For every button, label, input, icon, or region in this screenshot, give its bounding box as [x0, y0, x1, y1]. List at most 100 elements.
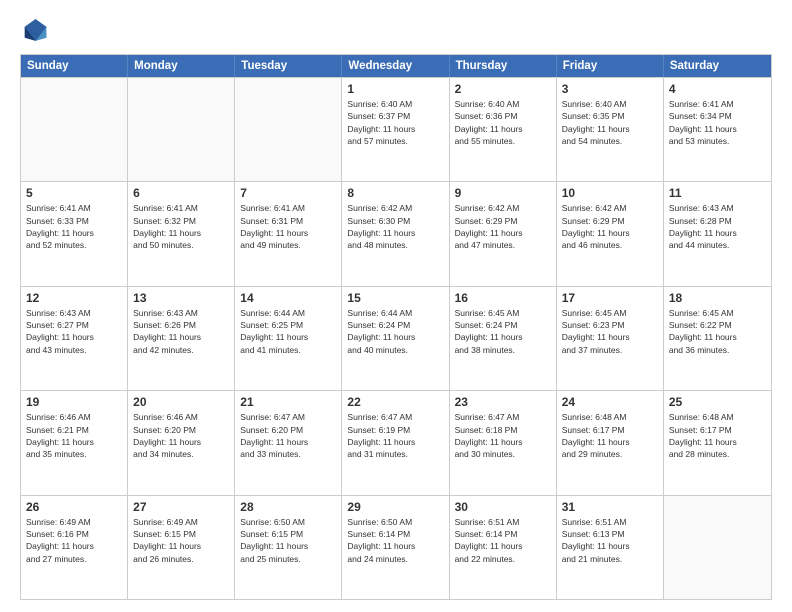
cell-info: Sunrise: 6:42 AM Sunset: 6:29 PM Dayligh…: [562, 202, 658, 251]
calendar-cell: [235, 78, 342, 181]
day-number: 27: [133, 500, 229, 514]
calendar-body: 1 Sunrise: 6:40 AM Sunset: 6:37 PM Daylig…: [21, 77, 771, 599]
cell-info: Sunrise: 6:40 AM Sunset: 6:36 PM Dayligh…: [455, 98, 551, 147]
calendar-cell: 19 Sunrise: 6:46 AM Sunset: 6:21 PM Dayli…: [21, 391, 128, 494]
day-number: 23: [455, 395, 551, 409]
logo-icon: [20, 16, 48, 44]
day-number: 2: [455, 82, 551, 96]
calendar-cell: 9 Sunrise: 6:42 AM Sunset: 6:29 PM Daylig…: [450, 182, 557, 285]
calendar-header-cell: Sunday: [21, 55, 128, 77]
calendar-cell: 27 Sunrise: 6:49 AM Sunset: 6:15 PM Dayli…: [128, 496, 235, 599]
day-number: 4: [669, 82, 766, 96]
page: SundayMondayTuesdayWednesdayThursdayFrid…: [0, 0, 792, 612]
calendar-cell: 22Sunrise: 6:47 AM Sunset: 6:19 PM Dayli…: [342, 391, 449, 494]
calendar-cell: 17 Sunrise: 6:45 AM Sunset: 6:23 PM Dayli…: [557, 287, 664, 390]
day-number: 14: [240, 291, 336, 305]
cell-info: Sunrise: 6:48 AM Sunset: 6:17 PM Dayligh…: [562, 411, 658, 460]
logo: [20, 16, 52, 44]
calendar-cell: 11 Sunrise: 6:43 AM Sunset: 6:28 PM Dayli…: [664, 182, 771, 285]
cell-info: Sunrise: 6:51 AM Sunset: 6:13 PM Dayligh…: [562, 516, 658, 565]
cell-info: Sunrise: 6:42 AM Sunset: 6:30 PM Dayligh…: [347, 202, 443, 251]
cell-info: Sunrise: 6:47 AM Sunset: 6:18 PM Dayligh…: [455, 411, 551, 460]
cell-info: Sunrise: 6:45 AM Sunset: 6:24 PM Dayligh…: [455, 307, 551, 356]
cell-info: Sunrise: 6:50 AM Sunset: 6:14 PM Dayligh…: [347, 516, 443, 565]
calendar-cell: 30 Sunrise: 6:51 AM Sunset: 6:14 PM Dayli…: [450, 496, 557, 599]
header: [20, 16, 772, 44]
day-number: 5: [26, 186, 122, 200]
day-number: 6: [133, 186, 229, 200]
day-number: 25: [669, 395, 766, 409]
calendar-cell: 3 Sunrise: 6:40 AM Sunset: 6:35 PM Daylig…: [557, 78, 664, 181]
day-number: 3: [562, 82, 658, 96]
cell-info: Sunrise: 6:48 AM Sunset: 6:17 PM Dayligh…: [669, 411, 766, 460]
calendar-cell: 20Sunrise: 6:46 AM Sunset: 6:20 PM Dayli…: [128, 391, 235, 494]
cell-info: Sunrise: 6:46 AM Sunset: 6:21 PM Dayligh…: [26, 411, 122, 460]
day-number: 17: [562, 291, 658, 305]
day-number: 10: [562, 186, 658, 200]
calendar-cell: 4 Sunrise: 6:41 AM Sunset: 6:34 PM Daylig…: [664, 78, 771, 181]
cell-info: Sunrise: 6:43 AM Sunset: 6:26 PM Dayligh…: [133, 307, 229, 356]
calendar-cell: 14 Sunrise: 6:44 AM Sunset: 6:25 PM Dayli…: [235, 287, 342, 390]
day-number: 15: [347, 291, 443, 305]
cell-info: Sunrise: 6:51 AM Sunset: 6:14 PM Dayligh…: [455, 516, 551, 565]
cell-info: Sunrise: 6:41 AM Sunset: 6:34 PM Dayligh…: [669, 98, 766, 147]
day-number: 24: [562, 395, 658, 409]
calendar-cell: 18 Sunrise: 6:45 AM Sunset: 6:22 PM Dayli…: [664, 287, 771, 390]
calendar-cell: 26 Sunrise: 6:49 AM Sunset: 6:16 PM Dayli…: [21, 496, 128, 599]
cell-info: Sunrise: 6:43 AM Sunset: 6:27 PM Dayligh…: [26, 307, 122, 356]
calendar-cell: [664, 496, 771, 599]
day-number: 16: [455, 291, 551, 305]
day-number: 8: [347, 186, 443, 200]
cell-info: Sunrise: 6:41 AM Sunset: 6:33 PM Dayligh…: [26, 202, 122, 251]
day-number: 19: [26, 395, 122, 409]
day-number: 12: [26, 291, 122, 305]
day-number: 30: [455, 500, 551, 514]
calendar-row: 26 Sunrise: 6:49 AM Sunset: 6:16 PM Dayli…: [21, 495, 771, 599]
cell-info: Sunrise: 6:49 AM Sunset: 6:16 PM Dayligh…: [26, 516, 122, 565]
cell-info: Sunrise: 6:40 AM Sunset: 6:37 PM Dayligh…: [347, 98, 443, 147]
cell-info: Sunrise: 6:44 AM Sunset: 6:25 PM Dayligh…: [240, 307, 336, 356]
cell-info: Sunrise: 6:47 AM Sunset: 6:20 PM Dayligh…: [240, 411, 336, 460]
day-number: 1: [347, 82, 443, 96]
calendar-cell: 15Sunrise: 6:44 AM Sunset: 6:24 PM Dayli…: [342, 287, 449, 390]
calendar-cell: 24 Sunrise: 6:48 AM Sunset: 6:17 PM Dayli…: [557, 391, 664, 494]
day-number: 29: [347, 500, 443, 514]
day-number: 18: [669, 291, 766, 305]
calendar-cell: [128, 78, 235, 181]
calendar-header-cell: Thursday: [450, 55, 557, 77]
cell-info: Sunrise: 6:49 AM Sunset: 6:15 PM Dayligh…: [133, 516, 229, 565]
calendar-cell: [21, 78, 128, 181]
calendar-header-cell: Monday: [128, 55, 235, 77]
day-number: 20: [133, 395, 229, 409]
cell-info: Sunrise: 6:42 AM Sunset: 6:29 PM Dayligh…: [455, 202, 551, 251]
calendar-row: 19 Sunrise: 6:46 AM Sunset: 6:21 PM Dayli…: [21, 390, 771, 494]
calendar: SundayMondayTuesdayWednesdayThursdayFrid…: [20, 54, 772, 600]
cell-info: Sunrise: 6:45 AM Sunset: 6:22 PM Dayligh…: [669, 307, 766, 356]
calendar-row: 5 Sunrise: 6:41 AM Sunset: 6:33 PM Daylig…: [21, 181, 771, 285]
calendar-cell: 12 Sunrise: 6:43 AM Sunset: 6:27 PM Dayli…: [21, 287, 128, 390]
cell-info: Sunrise: 6:40 AM Sunset: 6:35 PM Dayligh…: [562, 98, 658, 147]
day-number: 21: [240, 395, 336, 409]
day-number: 26: [26, 500, 122, 514]
cell-info: Sunrise: 6:41 AM Sunset: 6:32 PM Dayligh…: [133, 202, 229, 251]
calendar-cell: 21 Sunrise: 6:47 AM Sunset: 6:20 PM Dayli…: [235, 391, 342, 494]
calendar-cell: 29 Sunrise: 6:50 AM Sunset: 6:14 PM Dayli…: [342, 496, 449, 599]
day-number: 11: [669, 186, 766, 200]
calendar-cell: 2 Sunrise: 6:40 AM Sunset: 6:36 PM Daylig…: [450, 78, 557, 181]
calendar-cell: 5 Sunrise: 6:41 AM Sunset: 6:33 PM Daylig…: [21, 182, 128, 285]
cell-info: Sunrise: 6:41 AM Sunset: 6:31 PM Dayligh…: [240, 202, 336, 251]
day-number: 13: [133, 291, 229, 305]
cell-info: Sunrise: 6:47 AM Sunset: 6:19 PM Dayligh…: [347, 411, 443, 460]
calendar-header-row: SundayMondayTuesdayWednesdayThursdayFrid…: [21, 55, 771, 77]
calendar-header-cell: Saturday: [664, 55, 771, 77]
cell-info: Sunrise: 6:50 AM Sunset: 6:15 PM Dayligh…: [240, 516, 336, 565]
day-number: 7: [240, 186, 336, 200]
cell-info: Sunrise: 6:45 AM Sunset: 6:23 PM Dayligh…: [562, 307, 658, 356]
calendar-cell: 28 Sunrise: 6:50 AM Sunset: 6:15 PM Dayli…: [235, 496, 342, 599]
calendar-header-cell: Tuesday: [235, 55, 342, 77]
cell-info: Sunrise: 6:43 AM Sunset: 6:28 PM Dayligh…: [669, 202, 766, 251]
day-number: 9: [455, 186, 551, 200]
calendar-cell: 8 Sunrise: 6:42 AM Sunset: 6:30 PM Daylig…: [342, 182, 449, 285]
day-number: 28: [240, 500, 336, 514]
calendar-cell: 13 Sunrise: 6:43 AM Sunset: 6:26 PM Dayli…: [128, 287, 235, 390]
